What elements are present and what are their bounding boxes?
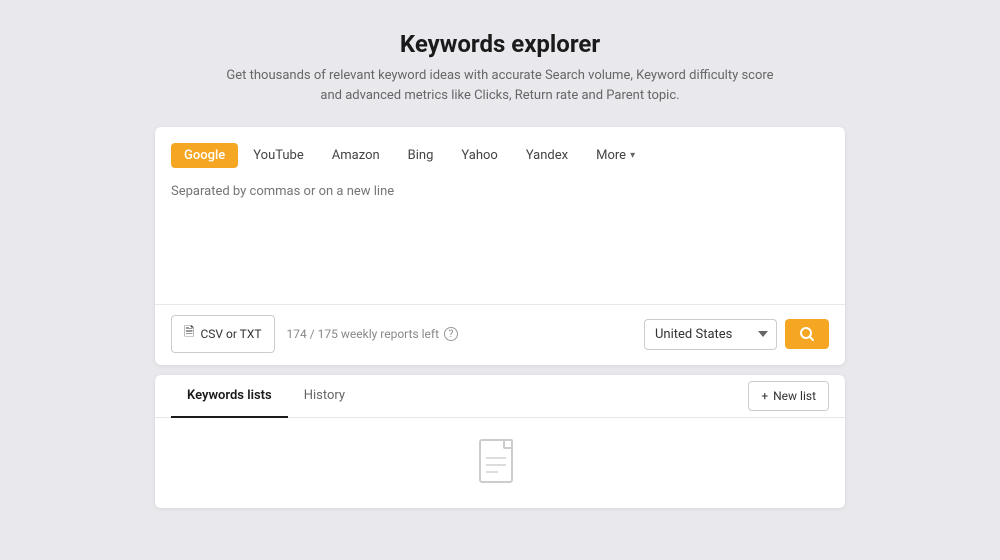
right-actions: United States United Kingdom Canada Aust… [644,319,829,350]
tab-amazon[interactable]: Amazon [319,143,393,168]
tab-keywords-lists[interactable]: Keywords lists [171,375,288,418]
empty-state-icon [478,438,522,494]
new-list-label: New list [773,389,816,403]
csv-label: CSV or TXT [200,327,261,341]
search-tabs: Google YouTube Amazon Bing Yahoo Yandex … [171,143,829,168]
bottom-card: Keywords lists History + New list [155,375,845,508]
page-wrapper: Keywords explorer Get thousands of relev… [0,0,1000,560]
bottom-content [155,418,845,508]
tab-google[interactable]: Google [171,143,238,168]
chevron-down-icon: ▾ [630,150,635,161]
csv-upload-button[interactable]: 🗎 CSV or TXT [171,315,275,353]
tab-yandex[interactable]: Yandex [513,143,581,168]
plus-icon: + [761,389,768,403]
file-icon: 🗎 [184,323,194,345]
tab-more[interactable]: More ▾ [583,143,648,168]
keywords-input[interactable] [171,178,829,288]
tab-youtube[interactable]: YouTube [240,143,317,168]
bottom-tab-actions: + New list [748,381,829,411]
search-footer: 🗎 CSV or TXT 174 / 175 weekly reports le… [155,305,845,365]
country-select[interactable]: United States United Kingdom Canada Aust… [644,319,777,350]
bottom-tabs-row: Keywords lists History + New list [155,375,845,418]
new-list-button[interactable]: + New list [748,381,829,411]
tab-bing[interactable]: Bing [395,143,447,168]
reports-text: 174 / 175 weekly reports left [287,327,439,341]
page-title: Keywords explorer [220,30,780,58]
help-icon[interactable]: ? [444,327,458,341]
search-button[interactable] [785,319,829,349]
search-section: Google YouTube Amazon Bing Yahoo Yandex … [155,127,845,305]
tab-history[interactable]: History [288,375,361,418]
tab-yahoo[interactable]: Yahoo [448,143,510,168]
page-subtitle: Get thousands of relevant keyword ideas … [220,66,780,105]
header-section: Keywords explorer Get thousands of relev… [220,30,780,105]
search-card-container: Google YouTube Amazon Bing Yahoo Yandex … [155,127,845,365]
reports-info: 174 / 175 weekly reports left ? [287,327,458,341]
search-icon [799,326,815,342]
